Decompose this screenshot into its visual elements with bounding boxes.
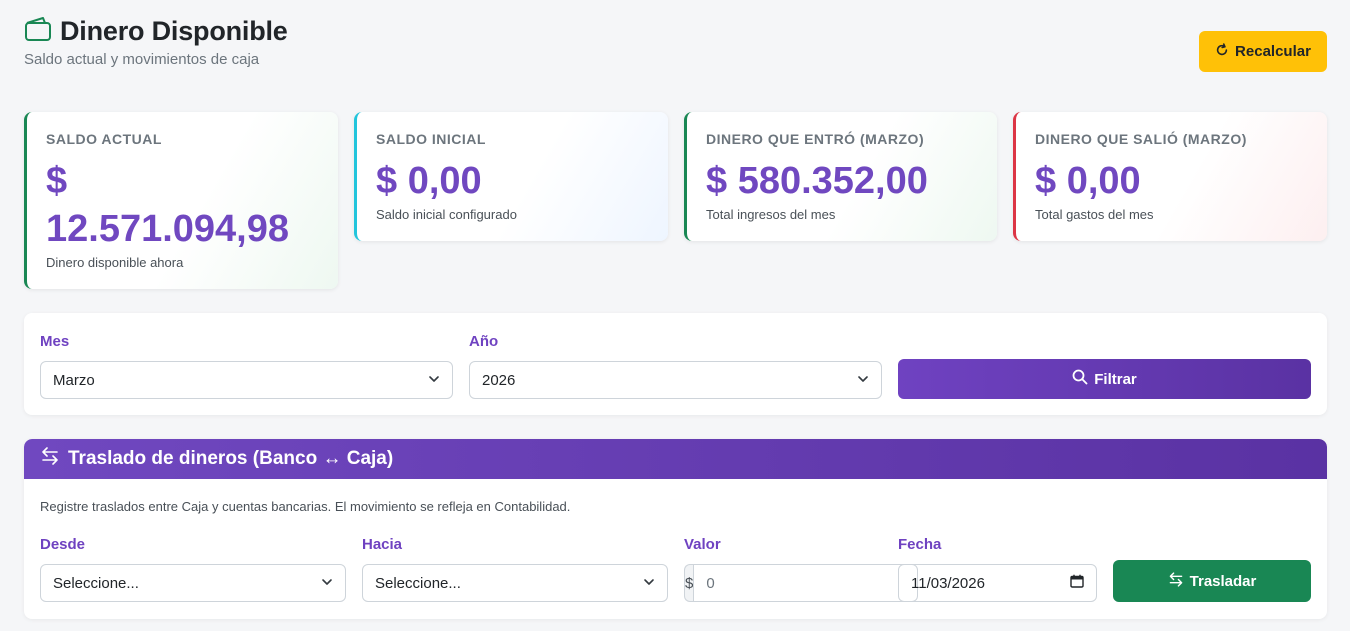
arrows-exchange-icon [40,447,60,471]
filter-button-label: Filtrar [1094,370,1137,388]
chevron-down-icon [428,372,440,389]
chevron-down-icon [643,575,655,592]
from-select-value: Seleccione... [53,574,139,592]
refresh-icon [1215,42,1229,61]
date-label: Fecha [898,536,942,553]
card-description: Dinero disponible ahora [46,255,184,270]
to-label: Hacia [362,536,403,553]
card-saldo-actual: SALDO ACTUAL $ 12.571.094,98 Dinero disp… [24,112,338,289]
card-value: $ 580.352,00 [706,160,928,202]
arrows-exchange-icon [1168,571,1184,591]
chevron-down-icon [321,575,333,592]
page-subtitle: Saldo actual y movimientos de caja [24,51,260,68]
amount-input[interactable] [693,564,919,602]
year-label: Año [469,333,499,350]
transfer-info: Registre traslados entre Caja y cuentas … [40,499,571,514]
year-select[interactable]: 2026 [469,361,882,399]
transfer-header: Traslado de dineros (Banco ↔ Caja) [24,439,1327,479]
filter-panel: Mes Marzo Año 2026 Filtrar [24,313,1327,415]
card-label: DINERO QUE ENTRÓ (MARZO) [706,131,925,147]
card-value: $ 0,00 [376,160,482,202]
card-label: SALDO INICIAL [376,131,486,147]
card-description: Total ingresos del mes [706,207,836,222]
from-label: Desde [40,536,86,553]
calendar-icon[interactable] [1070,574,1084,592]
month-select[interactable]: Marzo [40,361,453,399]
card-saldo-inicial: SALDO INICIAL $ 0,00 Saldo inicial confi… [354,112,668,241]
card-gastos-mes: DINERO QUE SALIÓ (MARZO) $ 0,00 Total ga… [1013,112,1327,241]
recalculate-label: Recalcular [1235,43,1311,60]
amount-label: Valor [684,536,721,553]
from-select[interactable]: Seleccione... [40,564,346,602]
card-value: $ 12.571.094,98 [46,160,290,250]
currency-addon: $ [684,564,694,602]
year-select-value: 2026 [482,371,516,389]
to-select[interactable]: Seleccione... [362,564,668,602]
to-select-value: Seleccione... [375,574,461,592]
month-label: Mes [40,333,70,350]
date-input[interactable]: 11/03/2026 [898,564,1097,602]
page-header: Dinero Disponible Saldo actual y movimie… [24,16,288,68]
chevron-down-icon [857,372,869,389]
transfer-panel: Traslado de dineros (Banco ↔ Caja) Regis… [24,439,1327,619]
card-ingresos-mes: DINERO QUE ENTRÓ (MARZO) $ 580.352,00 To… [684,112,997,241]
card-value: $ 0,00 [1035,160,1141,202]
amount-input-group: $ [684,564,919,602]
card-description: Total gastos del mes [1035,207,1154,222]
filter-button[interactable]: Filtrar [898,359,1311,399]
transfer-button[interactable]: Trasladar [1113,560,1311,602]
wallet-icon [24,16,52,47]
date-input-value: 11/03/2026 [911,574,985,592]
card-label: DINERO QUE SALIÓ (MARZO) [1035,131,1247,147]
search-icon [1072,369,1088,389]
month-select-value: Marzo [53,371,95,389]
card-label: SALDO ACTUAL [46,131,162,147]
transfer-button-label: Trasladar [1189,572,1257,590]
card-description: Saldo inicial configurado [376,207,517,222]
page-title: Dinero Disponible [60,16,288,46]
recalculate-button[interactable]: Recalcular [1199,31,1327,72]
transfer-title: Traslado de dineros (Banco ↔ Caja) [68,448,394,469]
